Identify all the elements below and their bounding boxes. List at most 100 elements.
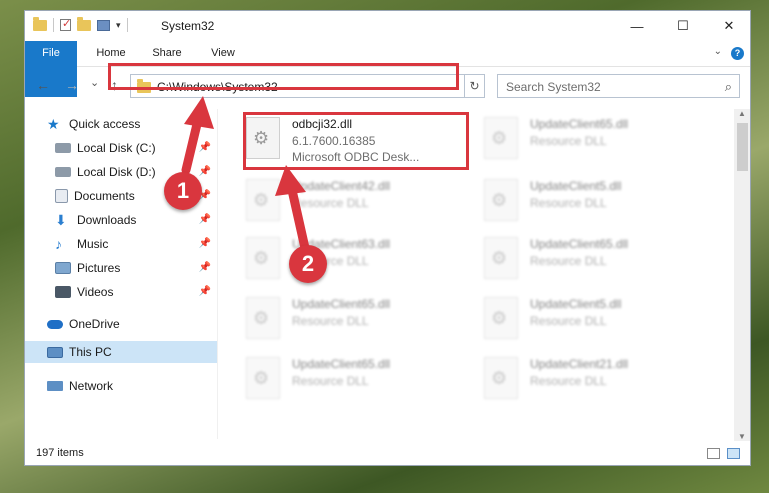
sidebar-item-music[interactable]: ♪ Music 📌 <box>55 233 211 255</box>
recent-locations-chevron-icon[interactable]: ⌄ <box>90 76 99 89</box>
sidebar-item-local-disk-c[interactable]: Local Disk (C:) 📌 <box>55 137 211 159</box>
file-item[interactable]: UpdateClient65.dll Resource DLL <box>246 353 476 409</box>
file-item[interactable]: UpdateClient5.dll Resource DLL <box>484 293 714 349</box>
downloads-icon: ⬇ <box>55 212 67 228</box>
file-item[interactable]: UpdateClient5.dll Resource DLL <box>484 175 714 231</box>
scroll-down-arrow-icon[interactable]: ▼ <box>738 432 746 441</box>
scroll-up-arrow-icon[interactable]: ▲ <box>738 109 746 118</box>
file-description: Resource DLL <box>292 374 369 388</box>
file-item[interactable]: UpdateClient65.dll Resource DLL <box>484 113 714 169</box>
videos-icon <box>55 286 71 298</box>
star-icon: ★ <box>47 116 60 132</box>
large-icons-view-icon[interactable] <box>727 448 740 459</box>
documents-icon <box>55 189 68 203</box>
sidebar-item-pictures[interactable]: Pictures 📌 <box>55 257 211 279</box>
search-box[interactable]: Search System32 ⌕ <box>497 74 740 98</box>
file-highlight <box>243 112 469 170</box>
callout-step-2: 2 <box>289 245 327 283</box>
search-icon[interactable]: ⌕ <box>725 79 732 95</box>
forward-button[interactable]: → <box>65 77 79 93</box>
file-name: UpdateClient21.dll <box>530 357 629 371</box>
toolbar-separator <box>53 18 54 32</box>
dll-file-icon <box>246 357 280 399</box>
file-name: UpdateClient65.dll <box>530 117 629 131</box>
sidebar-item-label: Local Disk (D:) <box>77 165 156 179</box>
details-view-icon[interactable] <box>707 448 720 459</box>
sidebar-item-quick-access[interactable]: ★ Quick access <box>47 113 217 135</box>
dll-file-icon <box>246 237 280 279</box>
file-item[interactable]: UpdateClient42.dll Resource DLL <box>246 175 476 231</box>
dll-file-icon <box>484 237 518 279</box>
file-description: Resource DLL <box>530 254 607 268</box>
dll-file-icon <box>484 117 518 159</box>
file-item[interactable]: UpdateClient21.dll Resource DLL <box>484 353 714 409</box>
file-description: Resource DLL <box>292 196 369 210</box>
sidebar-item-label: OneDrive <box>69 317 120 331</box>
sidebar-item-videos[interactable]: Videos 📌 <box>55 281 211 303</box>
sidebar-item-label: Videos <box>77 285 114 299</box>
help-icon[interactable]: ? <box>731 47 744 60</box>
file-description: Resource DLL <box>530 374 607 388</box>
music-icon: ♪ <box>55 236 62 252</box>
dll-file-icon <box>246 179 280 221</box>
expand-ribbon-chevron-icon[interactable]: ⌄ <box>714 46 722 57</box>
computer-icon <box>47 346 63 358</box>
file-description: Resource DLL <box>292 314 369 328</box>
file-item[interactable]: UpdateClient63.dll Resource DLL <box>246 233 476 289</box>
sidebar-item-network[interactable]: Network <box>47 375 217 397</box>
file-name: UpdateClient65.dll <box>292 297 391 311</box>
status-bar: 197 items <box>25 443 750 465</box>
sidebar-item-label: Documents <box>74 189 135 203</box>
sidebar-item-downloads[interactable]: ⬇ Downloads 📌 <box>55 209 211 231</box>
scrollbar-thumb[interactable] <box>737 123 748 171</box>
sidebar-item-onedrive[interactable]: OneDrive <box>47 313 217 335</box>
close-button[interactable]: ✕ <box>706 11 750 41</box>
pin-icon: 📌 <box>198 142 211 153</box>
navigation-pane: ★ Quick access Local Disk (C:) 📌 Local D… <box>25 109 217 439</box>
dll-file-icon <box>484 297 518 339</box>
callout-step-1: 1 <box>164 172 202 210</box>
maximize-button[interactable]: ☐ <box>660 11 706 41</box>
drive-icon <box>55 143 71 153</box>
properties-check-icon[interactable] <box>60 17 71 31</box>
pin-icon: 📌 <box>198 166 211 177</box>
new-folder-icon[interactable] <box>77 16 91 31</box>
back-button[interactable]: ← <box>36 77 50 93</box>
file-item[interactable]: UpdateClient65.dll Resource DLL <box>484 233 714 289</box>
cloud-icon <box>47 319 63 329</box>
sidebar-item-label: Network <box>69 379 114 393</box>
refresh-button[interactable]: ↻ <box>464 74 485 98</box>
sidebar-item-this-pc[interactable]: This PC <box>25 341 217 363</box>
window-title: System32 <box>161 19 215 33</box>
file-name: UpdateClient42.dll <box>292 179 391 193</box>
file-name: UpdateClient65.dll <box>292 357 391 371</box>
view-options-icon[interactable] <box>97 19 110 31</box>
item-count: 197 items <box>36 447 84 459</box>
dll-file-icon <box>484 357 518 399</box>
pane-divider <box>217 109 218 439</box>
sidebar-item-label: Downloads <box>77 213 137 227</box>
pin-icon: 📌 <box>198 262 211 273</box>
vertical-scrollbar[interactable]: ▲ ▼ <box>734 109 750 441</box>
address-bar-highlight <box>108 63 459 90</box>
file-name: UpdateClient65.dll <box>530 237 629 251</box>
dll-file-icon <box>484 179 518 221</box>
file-description: Resource DLL <box>530 134 607 148</box>
search-input[interactable]: Search System32 <box>506 80 601 94</box>
dll-file-icon <box>246 297 280 339</box>
network-icon <box>47 381 63 391</box>
pin-icon: 📌 <box>198 214 211 225</box>
file-description: Resource DLL <box>530 314 607 328</box>
sidebar-item-label: Pictures <box>77 261 121 275</box>
sidebar-item-label: This PC <box>69 345 112 359</box>
folder-icon <box>33 16 47 31</box>
customize-toolbar-chevron-icon[interactable]: ▾ <box>116 20 121 31</box>
drive-icon <box>55 167 71 177</box>
title-bar: ▾ System32 — ☐ ✕ <box>25 11 750 41</box>
minimize-button[interactable]: — <box>614 11 660 41</box>
file-description: Resource DLL <box>530 196 607 210</box>
file-name: UpdateClient5.dll <box>530 179 622 193</box>
sidebar-item-label: Music <box>77 237 109 251</box>
file-item[interactable]: UpdateClient65.dll Resource DLL <box>246 293 476 349</box>
file-name: UpdateClient5.dll <box>530 297 622 311</box>
